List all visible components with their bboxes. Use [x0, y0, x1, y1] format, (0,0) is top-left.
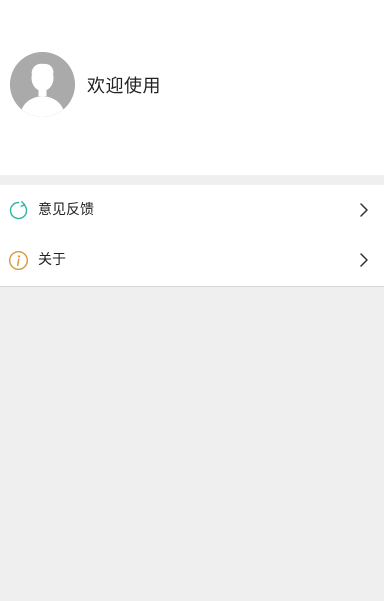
menu-item-about[interactable]: 关于 — [0, 235, 384, 285]
menu-item-label: 关于 — [38, 252, 66, 268]
feedback-refresh-icon — [8, 200, 29, 221]
avatar[interactable] — [10, 52, 75, 117]
default-user-avatar-icon — [10, 52, 75, 117]
menu-item-feedback[interactable]: 意见反馈 — [0, 185, 384, 235]
welcome-text: 欢迎使用 — [87, 76, 161, 97]
info-icon — [8, 250, 29, 271]
profile-header: 欢迎使用 — [0, 0, 384, 175]
chevron-right-icon — [358, 201, 370, 219]
settings-menu: 意见反馈 关于 — [0, 185, 384, 287]
menu-item-label: 意见反馈 — [38, 202, 94, 218]
chevron-right-icon — [358, 251, 370, 269]
